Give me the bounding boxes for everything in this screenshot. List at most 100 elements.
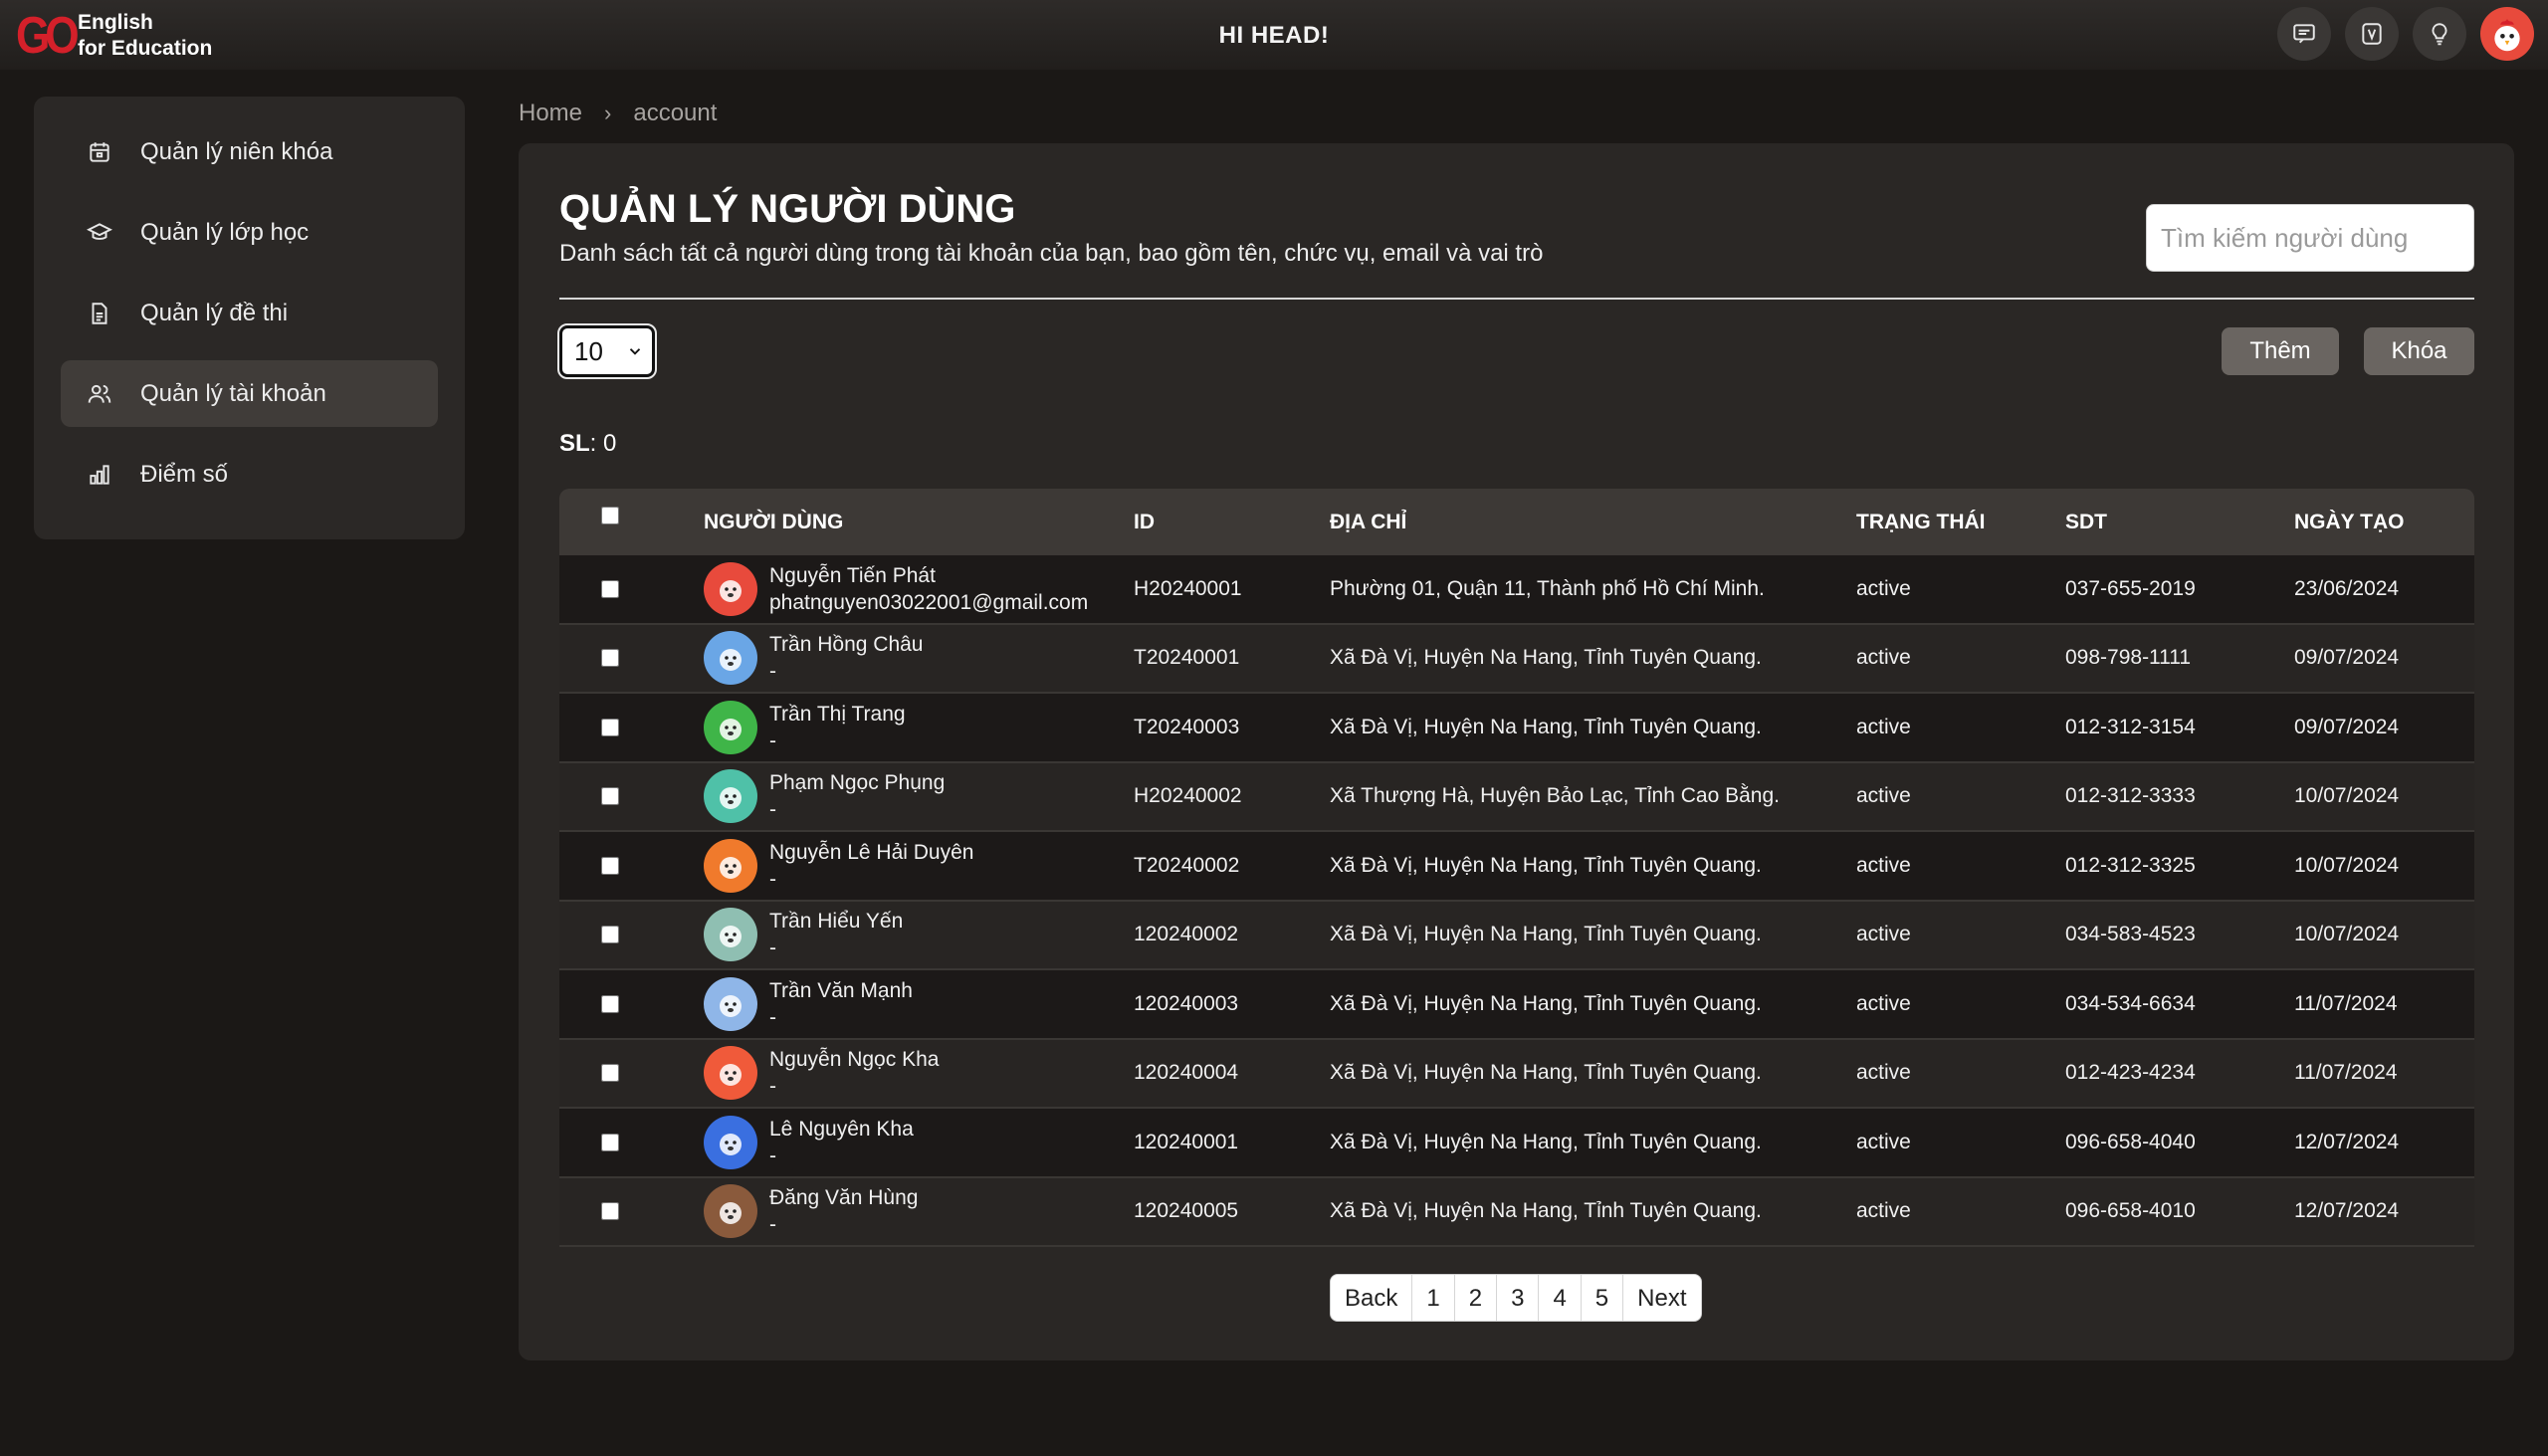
user-phone: 096-658-4010 xyxy=(2065,1199,2196,1223)
calendar-icon xyxy=(90,141,109,162)
table-row[interactable]: Đăng Văn Hùng - 120240005 Xã Đà Vị, Huyện N… xyxy=(559,1177,2474,1247)
sidebar-item-accounts[interactable]: Quản lý tài khoản xyxy=(61,360,438,427)
user-address: Xã Đà Vị, Huyện Na Hang, Tỉnh Tuyên Quan… xyxy=(1330,923,1762,946)
pagination-page-1[interactable]: 1 xyxy=(1412,1275,1455,1321)
user-phone: 096-658-4040 xyxy=(2065,1130,2196,1153)
status-badge: active xyxy=(1856,853,1911,877)
lightbulb-icon xyxy=(2432,23,2447,46)
row-checkbox[interactable] xyxy=(601,579,619,598)
user-email: - xyxy=(769,1005,776,1029)
animal-avatar-icon xyxy=(720,1133,742,1155)
search-input[interactable] xyxy=(2146,204,2474,272)
pagination-next[interactable]: Next xyxy=(1623,1275,1700,1321)
breadcrumb-current: account xyxy=(633,100,718,126)
pagination-back[interactable]: Back xyxy=(1331,1275,1413,1321)
sidebar-item-exams[interactable]: Quản lý đề thi xyxy=(61,280,438,346)
user-address: Xã Đà Vị, Huyện Na Hang, Tỉnh Tuyên Quan… xyxy=(1330,991,1762,1015)
user-avatar[interactable] xyxy=(2480,7,2534,61)
user-address: Xã Đà Vị, Huyện Na Hang, Tỉnh Tuyên Quan… xyxy=(1330,715,1762,738)
breadcrumb-home[interactable]: Home xyxy=(519,100,582,127)
pagination-page-5[interactable]: 5 xyxy=(1582,1275,1624,1321)
theme-toggle-button[interactable] xyxy=(2413,7,2466,61)
row-checkbox[interactable] xyxy=(601,787,619,806)
table-row[interactable]: Nguyễn Ngọc Kha - 120240004 Xã Đà Vị, Huyện… xyxy=(559,1039,2474,1109)
table-row[interactable]: Trần Thị Trang - T20240003 Xã Đà Vị, Huyện … xyxy=(559,694,2474,763)
page-size-select[interactable]: 10 xyxy=(557,323,657,379)
table-row[interactable]: Phạm Ngọc Phụng - H20240002 Xã Thượng Hà, H… xyxy=(559,762,2474,832)
chat-icon xyxy=(2293,24,2315,44)
user-name: Lê Nguyên Kha xyxy=(769,1117,914,1141)
count-label: SL xyxy=(559,430,590,457)
table-row[interactable]: Nguyễn Lê Hải Duyên - T20240002 Xã Đà Vị, H… xyxy=(559,832,2474,902)
pagination-page-2[interactable]: 2 xyxy=(1455,1275,1498,1321)
status-badge: active xyxy=(1856,1130,1911,1153)
user-cell: Lê Nguyên Kha - xyxy=(704,1115,914,1169)
status-badge: active xyxy=(1856,991,1911,1015)
sidebar-item-label: Quản lý tài khoản xyxy=(140,379,326,407)
user-email: - xyxy=(769,1213,776,1237)
user-count: SL: 0 xyxy=(559,430,616,458)
status-badge: active xyxy=(1856,784,1911,808)
user-name: Nguyễn Tiến Phát xyxy=(769,563,936,587)
rooster-avatar-icon xyxy=(2494,19,2520,52)
user-cell: Nguyễn Ngọc Kha - xyxy=(704,1046,939,1101)
row-checkbox[interactable] xyxy=(601,1202,619,1221)
table-row[interactable]: Trần Hồng Châu - T20240001 Xã Đà Vị, Huyện … xyxy=(559,624,2474,694)
column-header-phone: SDT xyxy=(2065,510,2107,533)
user-cell: Đăng Văn Hùng - xyxy=(704,1184,918,1239)
table-row[interactable]: Trần Hiểu Yến - 120240002 Xã Đà Vị, Huyện N… xyxy=(559,901,2474,970)
row-checkbox[interactable] xyxy=(601,649,619,668)
user-created-date: 11/07/2024 xyxy=(2294,991,2398,1015)
user-id: T20240003 xyxy=(1134,715,1240,738)
user-created-date: 09/07/2024 xyxy=(2294,715,2400,738)
user-name: Trần Thị Trang xyxy=(769,702,906,726)
select-all-checkbox[interactable] xyxy=(601,507,619,524)
user-email: - xyxy=(769,728,776,752)
row-checkbox[interactable] xyxy=(601,994,619,1013)
user-id: 120240003 xyxy=(1134,991,1239,1015)
status-badge: active xyxy=(1856,646,1911,670)
status-badge: active xyxy=(1856,576,1911,600)
user-management-card: QUẢN LÝ NGƯỜI DÙNG Danh sách tất cả ngườ… xyxy=(519,143,2514,1360)
sidebar-item-scores[interactable]: Điểm số xyxy=(61,441,438,508)
column-header-address: ĐỊA CHỈ xyxy=(1330,510,1407,533)
add-user-button[interactable]: Thêm xyxy=(2222,327,2339,375)
user-created-date: 23/06/2024 xyxy=(2294,576,2400,600)
status-badge: active xyxy=(1856,1199,1911,1223)
table-row[interactable]: Nguyễn Tiến Phát phatnguyen03022001@gmail… xyxy=(559,555,2474,625)
user-info: Trần Hồng Châu - xyxy=(769,631,923,685)
row-checkbox[interactable] xyxy=(601,718,619,736)
table-body: Nguyễn Tiến Phát phatnguyen03022001@gmail… xyxy=(559,555,2474,1247)
sidebar-item-classes[interactable]: Quản lý lớp học xyxy=(61,199,438,266)
pagination-page-3[interactable]: 3 xyxy=(1497,1275,1540,1321)
column-header-id: ID xyxy=(1134,510,1155,533)
user-id: T20240001 xyxy=(1134,646,1240,670)
user-info: Trần Hiểu Yến - xyxy=(769,908,903,961)
row-checkbox[interactable] xyxy=(601,926,619,944)
sidebar-item-school-years[interactable]: Quản lý niên khóa xyxy=(61,118,438,185)
user-avatar xyxy=(704,908,757,962)
user-cell: Trần Thị Trang - xyxy=(704,700,906,754)
table-row[interactable]: Lê Nguyên Kha - 120240001 Xã Đà Vị, Huyện N… xyxy=(559,1109,2474,1178)
animal-avatar-icon xyxy=(720,1064,742,1087)
document-icon xyxy=(92,302,107,324)
v-badge-icon xyxy=(2362,23,2382,45)
row-checkbox[interactable] xyxy=(601,1064,619,1083)
pagination: Back 1 2 3 4 5 Next xyxy=(1330,1274,1702,1322)
user-cell: Phạm Ngọc Phụng - xyxy=(704,769,945,824)
chat-button[interactable] xyxy=(2277,7,2331,61)
row-checkbox[interactable] xyxy=(601,1133,619,1151)
sidebar-item-label: Quản lý niên khóa xyxy=(140,137,333,165)
user-info: Phạm Ngọc Phụng - xyxy=(769,769,945,823)
v-badge-button[interactable] xyxy=(2345,7,2399,61)
user-avatar xyxy=(704,631,757,686)
table-row[interactable]: Trần Văn Mạnh - 120240003 Xã Đà Vị, Huyện N… xyxy=(559,970,2474,1040)
user-created-date: 11/07/2024 xyxy=(2294,1061,2398,1085)
lock-user-button[interactable]: Khóa xyxy=(2364,327,2474,375)
row-checkbox[interactable] xyxy=(601,856,619,875)
pagination-page-4[interactable]: 4 xyxy=(1539,1275,1582,1321)
user-email: - xyxy=(769,867,776,891)
user-phone: 034-583-4523 xyxy=(2065,923,2196,946)
user-address: Xã Đà Vị, Huyện Na Hang, Tỉnh Tuyên Quan… xyxy=(1330,853,1762,877)
user-name: Trần Văn Mạnh xyxy=(769,978,913,1002)
